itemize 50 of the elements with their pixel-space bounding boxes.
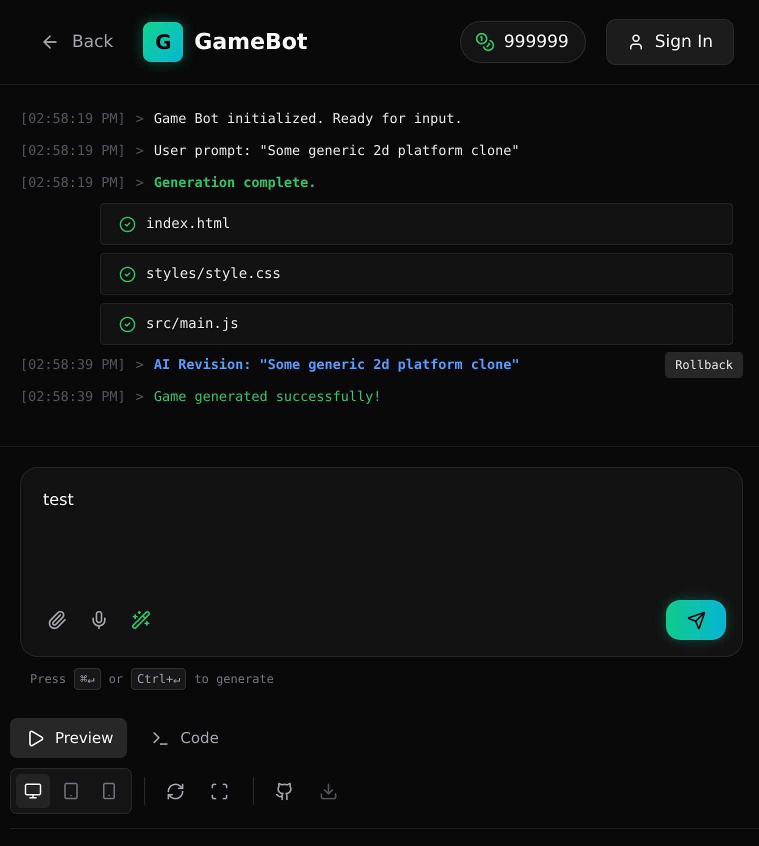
- download-icon: [318, 782, 338, 800]
- refresh-icon: [166, 782, 184, 800]
- sign-in-button[interactable]: Sign In: [606, 19, 734, 65]
- prompt-marker: >: [136, 143, 144, 159]
- log-timestamp: [02:58:19 PM]: [20, 143, 126, 159]
- github-icon: [274, 782, 294, 800]
- back-button[interactable]: Back: [40, 32, 114, 52]
- hint-text: Press: [30, 672, 66, 686]
- magic-wand-icon: [131, 610, 151, 630]
- check-icon: [119, 266, 136, 282]
- tablet-icon: [62, 782, 80, 800]
- log-timestamp: [02:58:19 PM]: [20, 111, 126, 127]
- desktop-view-button[interactable]: [16, 774, 50, 808]
- code-tab[interactable]: Code: [135, 718, 233, 758]
- prompt-marker: >: [136, 111, 144, 127]
- file-name: src/main.js: [146, 316, 239, 332]
- fullscreen-icon: [210, 782, 228, 800]
- log-timestamp: [02:58:19 PM]: [20, 175, 126, 191]
- credits-count: 999999: [504, 32, 569, 52]
- prompt-marker: >: [136, 389, 144, 405]
- brand-name: GameBot: [194, 30, 308, 54]
- play-icon: [26, 728, 45, 748]
- composer-panel[interactable]: test: [20, 467, 743, 657]
- log-timestamp: [02:58:39 PM]: [20, 357, 126, 373]
- phone-icon: [100, 782, 118, 800]
- log-timestamp: [02:58:39 PM]: [20, 389, 126, 405]
- hint-text: or: [108, 672, 124, 686]
- prompt-field[interactable]: test: [41, 488, 726, 600]
- log-message: AI Revision: "Some generic 2d platform clone": [154, 357, 520, 373]
- log-message: User prompt: "Some generic 2d platform clone": [154, 143, 520, 159]
- desktop-icon: [24, 782, 42, 800]
- shortcut-key: Ctrl+↵: [131, 668, 186, 690]
- prompt-marker: >: [136, 175, 144, 191]
- hint-text: to generate: [194, 672, 274, 686]
- check-icon: [119, 216, 136, 232]
- log-message: Generation complete.: [154, 175, 316, 191]
- check-icon: [119, 316, 136, 332]
- prompt-marker: >: [136, 357, 144, 373]
- log-message: Game Bot initialized. Ready for input.: [154, 111, 463, 127]
- file-name: styles/style.css: [146, 266, 281, 282]
- coins-icon: [474, 32, 495, 52]
- preview-tab[interactable]: Preview: [10, 718, 128, 758]
- paperclip-icon: [47, 610, 67, 630]
- file-name: index.html: [146, 216, 230, 232]
- logo: G: [143, 22, 184, 62]
- send-button[interactable]: [666, 600, 726, 640]
- rollback-button[interactable]: Rollback: [665, 352, 743, 378]
- shortcut-key: ⌘↵: [74, 668, 101, 690]
- log-message: Game generated successfully!: [154, 389, 382, 405]
- send-icon: [686, 610, 706, 630]
